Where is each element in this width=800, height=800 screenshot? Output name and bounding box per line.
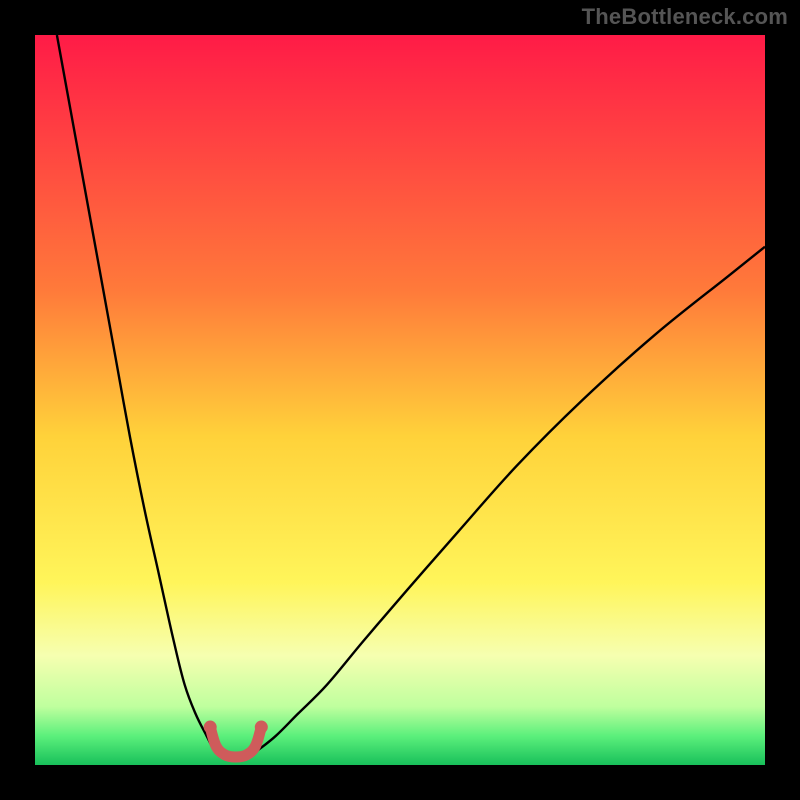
plot-area — [35, 35, 765, 765]
gradient-background — [35, 35, 765, 765]
optimal-zone-endpoint — [255, 721, 268, 734]
optimal-zone-endpoint — [204, 721, 217, 734]
watermark-label: TheBottleneck.com — [582, 4, 788, 30]
chart-svg — [35, 35, 765, 765]
chart-container: TheBottleneck.com — [0, 0, 800, 800]
